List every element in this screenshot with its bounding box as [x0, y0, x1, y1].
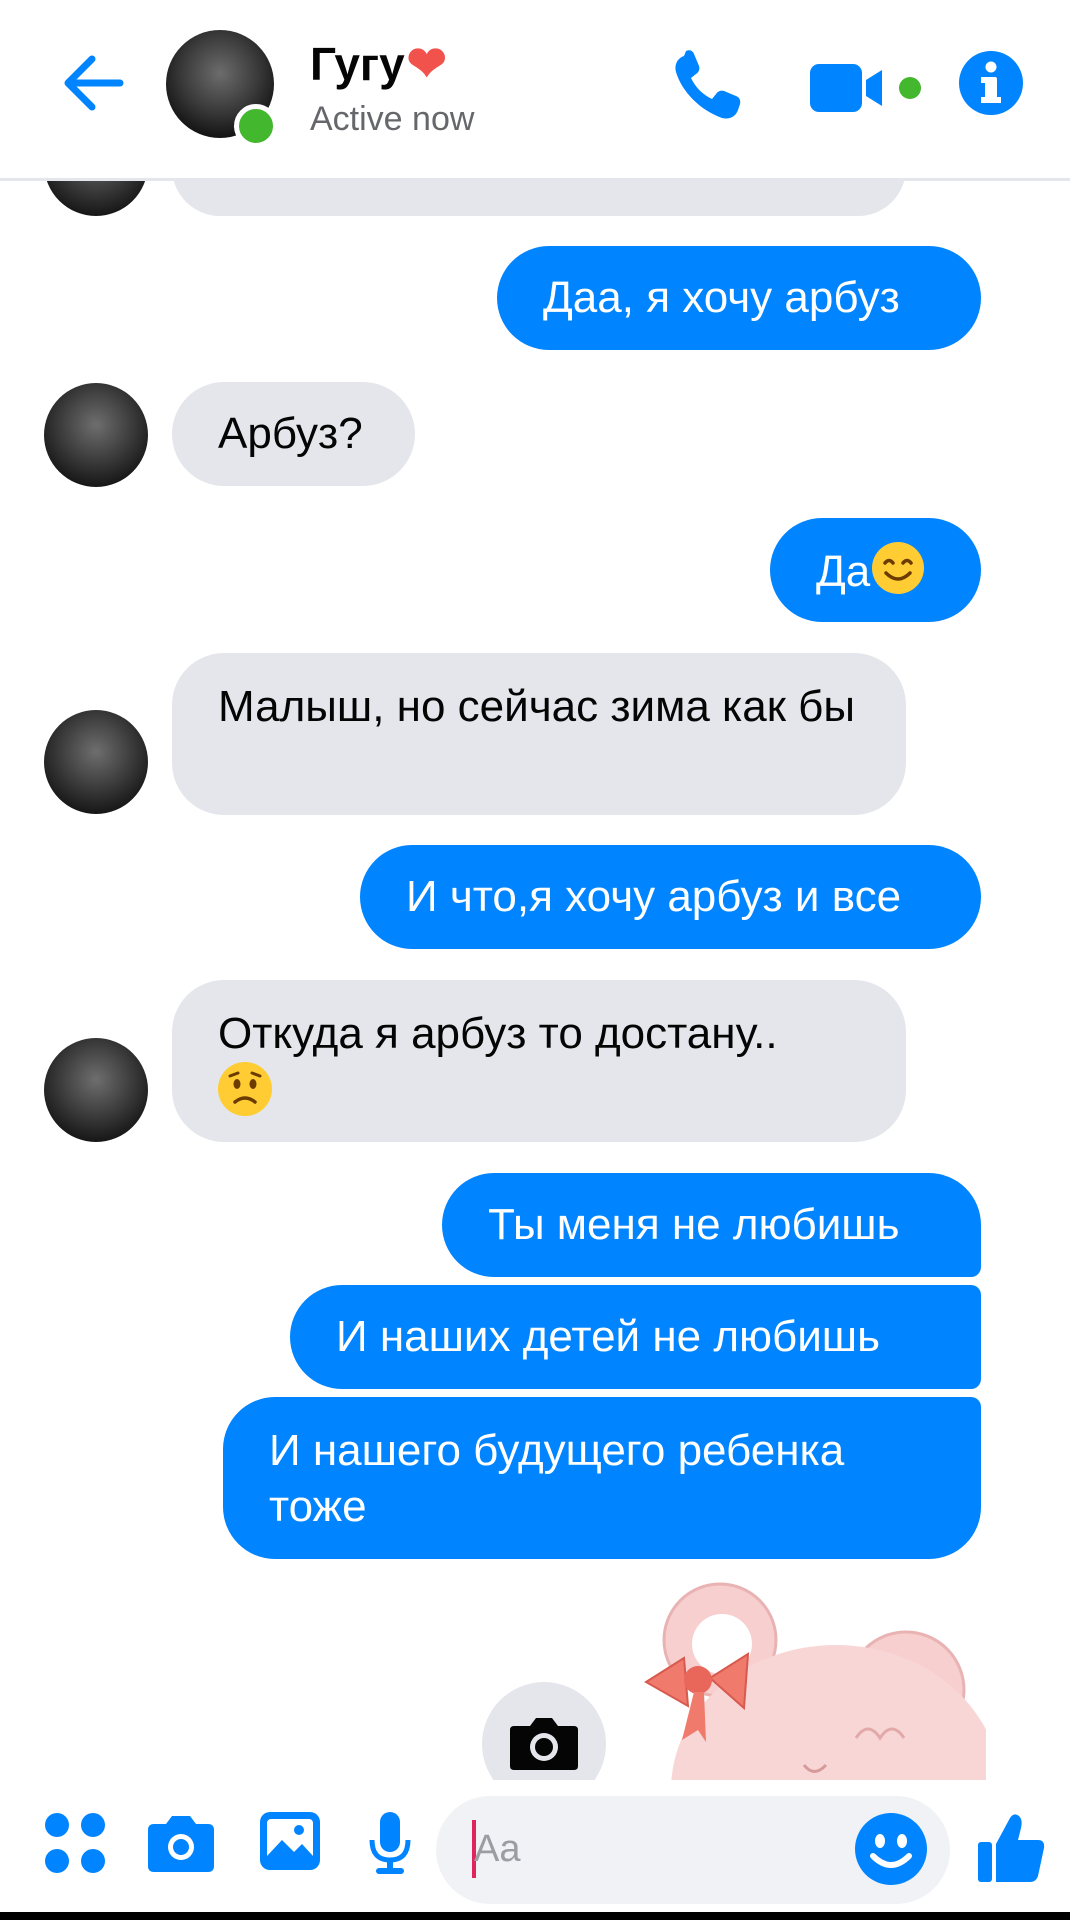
message-text: Откуда я арбуз то достану.. [218, 1009, 778, 1058]
contact-name-text: Гугу [310, 38, 405, 90]
message-bubble-outgoing[interactable]: И наших детей не любишь [290, 1285, 981, 1389]
phone-icon[interactable] [670, 48, 746, 124]
message-bubble-outgoing[interactable]: Да [770, 518, 981, 622]
mic-icon[interactable] [368, 1810, 412, 1876]
message-bubble-outgoing[interactable]: Ты меня не любишь [442, 1173, 981, 1277]
info-icon[interactable] [958, 50, 1024, 116]
system-nav-bar [0, 1912, 1070, 1920]
video-icon[interactable] [808, 60, 926, 116]
contact-name[interactable]: Гугу❤ [310, 36, 447, 92]
message-text: Ты меня не любишь [488, 1200, 900, 1249]
gallery-icon[interactable] [258, 1810, 322, 1872]
online-indicator [234, 104, 278, 148]
contact-status: Active now [310, 100, 475, 138]
message-text: Даа, я хочу арбуз [543, 273, 900, 322]
chat-header: Гугу❤ Active now [0, 0, 1070, 181]
emoji-icon[interactable] [854, 1812, 928, 1886]
like-thumb-icon[interactable] [976, 1812, 1046, 1884]
message-bubble-incoming[interactable]: Малыш, но сейчас зима как бы [172, 653, 906, 815]
message-bubble-incoming[interactable]: Арбуз? [172, 382, 415, 486]
message-bubble-outgoing[interactable]: Даа, я хочу арбуз [497, 246, 981, 350]
message-text: И наших детей не любишь [336, 1312, 881, 1361]
smiling-emoji-icon [872, 542, 925, 594]
back-arrow-icon[interactable] [58, 48, 128, 118]
heart-icon: ❤ [406, 38, 447, 91]
message-bubble-outgoing[interactable]: И что,я хочу арбуз и все [360, 845, 981, 949]
bear-sticker[interactable] [636, 1570, 986, 1780]
message-text: Арбуз? [218, 409, 363, 458]
contact-avatar-small [44, 710, 148, 814]
message-bubble-incoming[interactable]: Откуда я арбуз то достану.. [172, 980, 906, 1142]
message-bubble-outgoing[interactable]: И нашего будущего ребенка тоже [223, 1397, 981, 1559]
camera-icon[interactable] [146, 1812, 216, 1874]
message-text: И что,я хочу арбуз и все [406, 872, 902, 921]
message-text: И нашего будущего ребенка тоже [269, 1426, 845, 1531]
apps-icon[interactable] [44, 1812, 106, 1874]
worried-emoji-icon [218, 1062, 272, 1116]
message-text: Малыш, но сейчас зима как бы [218, 682, 856, 731]
message-text: Да [816, 547, 871, 596]
contact-avatar-small [44, 1038, 148, 1142]
contact-avatar-small [44, 383, 148, 487]
message-input-placeholder: Aa [474, 1828, 521, 1870]
